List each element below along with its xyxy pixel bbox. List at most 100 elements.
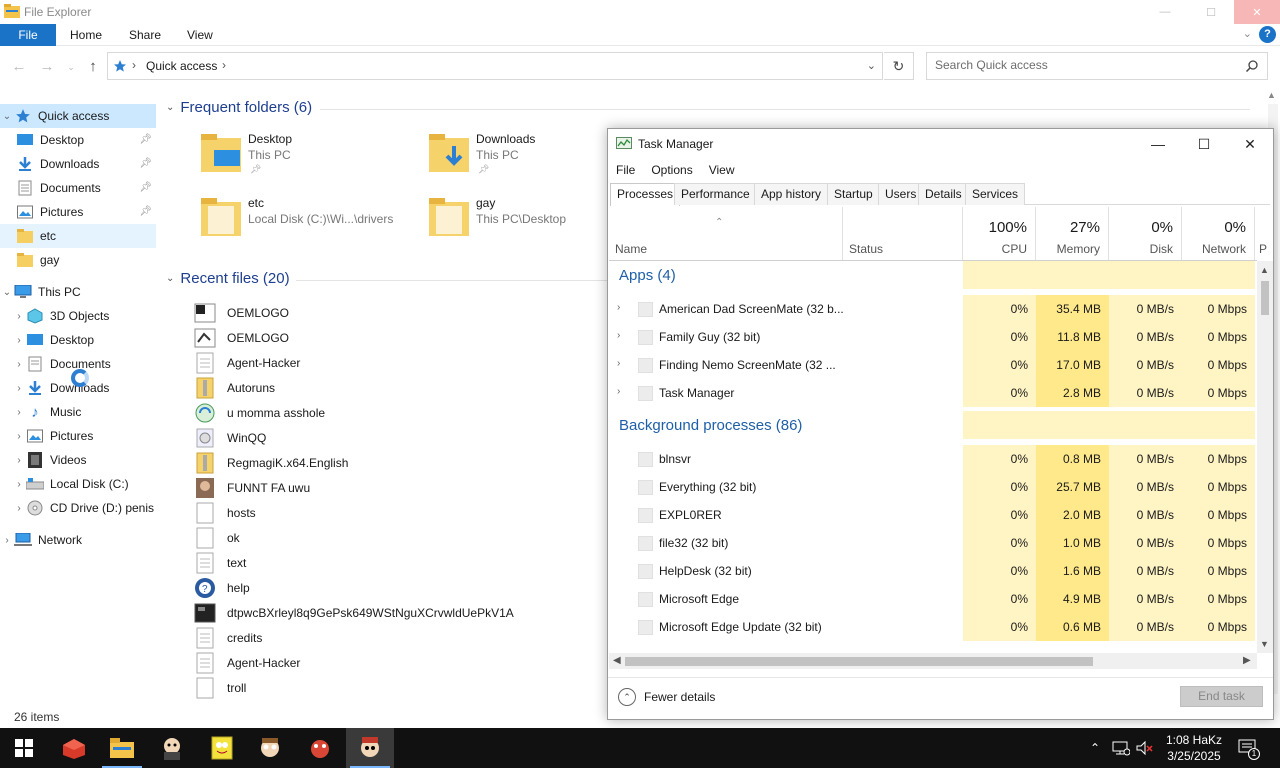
process-vertical-scrollbar[interactable]: ▲ ▼	[1257, 261, 1273, 653]
column-header-power[interactable]: P	[1255, 207, 1273, 260]
tab-app-history[interactable]: App history	[754, 183, 829, 205]
menu-file[interactable]: File	[608, 159, 643, 181]
process-row[interactable]: EXPL0RER 0% 2.0 MB 0 MB/s 0 Mbps	[609, 501, 1257, 529]
nav-quick-access[interactable]: ⌄ Quick access	[0, 104, 156, 128]
close-button[interactable]: ✕	[1234, 0, 1280, 24]
recent-file-item[interactable]: ? help	[193, 576, 250, 600]
recent-file-item[interactable]: credits	[193, 626, 262, 650]
frequent-folders-header[interactable]: ⌄ Frequent folders (6)	[166, 99, 312, 116]
column-header-network[interactable]: 0% Network	[1182, 207, 1255, 260]
column-header-cpu[interactable]: 100% CPU	[963, 207, 1036, 260]
recent-file-item[interactable]: text	[193, 551, 246, 575]
column-header-memory[interactable]: 27% Memory	[1036, 207, 1109, 260]
collapse-chevron-icon[interactable]: ⌄	[0, 111, 14, 122]
taskbar-app-red-box[interactable]	[50, 728, 98, 768]
nav-recent-etc[interactable]: etc	[0, 224, 156, 248]
tm-minimize-button[interactable]: —	[1135, 129, 1181, 159]
taskbar-app-task-manager[interactable]	[346, 728, 394, 768]
start-button[interactable]	[0, 728, 48, 768]
minimize-button[interactable]: —	[1142, 0, 1188, 24]
process-row[interactable]: › Family Guy (32 bit) 0% 11.8 MB 0 MB/s 0 Mbp…	[609, 323, 1257, 351]
end-task-button[interactable]: End task	[1180, 686, 1263, 707]
ribbon-tab-home[interactable]: Home	[70, 24, 102, 46]
recent-file-item[interactable]: u momma asshole	[193, 401, 325, 425]
process-row[interactable]: Microsoft Edge Update (32 bit) 0% 0.6 MB 0 …	[609, 613, 1257, 641]
nav-pinned-desktop[interactable]: Desktop 📌︎	[0, 128, 156, 152]
column-header-status[interactable]: Status	[843, 207, 963, 260]
refresh-button[interactable]: ↻	[884, 52, 914, 80]
back-arrow-icon[interactable]: ←	[10, 58, 28, 76]
nav-3d-objects[interactable]: › 3D Objects	[0, 304, 156, 328]
scrollbar-thumb[interactable]	[1261, 281, 1269, 315]
recent-file-item[interactable]: Agent-Hacker	[193, 351, 300, 375]
network-tray-button[interactable]	[1112, 728, 1130, 768]
expand-chevron-icon[interactable]: ›	[617, 330, 620, 341]
search-box[interactable]	[926, 52, 1268, 80]
recent-file-item[interactable]: RegmagiK.x64.English	[193, 451, 348, 475]
process-row[interactable]: › Finding Nemo ScreenMate (32 ... 0% 17.0 M…	[609, 351, 1257, 379]
expand-chevron-icon[interactable]: ›	[12, 479, 26, 490]
recent-file-item[interactable]: WinQQ	[193, 426, 266, 450]
menu-view[interactable]: View	[701, 159, 743, 181]
expand-chevron-icon[interactable]: ›	[0, 535, 14, 546]
up-arrow-icon[interactable]: ↑	[84, 58, 102, 76]
scroll-up-arrow-icon[interactable]: ▲	[1260, 265, 1269, 275]
taskbar-app-cartoon-1[interactable]	[148, 728, 196, 768]
process-row[interactable]: › American Dad ScreenMate (32 b... 0% 35.4 …	[609, 295, 1257, 323]
ribbon-tab-file[interactable]: File	[0, 24, 56, 46]
expand-chevron-icon[interactable]: ›	[12, 311, 26, 322]
nav-cd-drive[interactable]: › CD Drive (D:) penis	[0, 496, 156, 520]
tab-startup[interactable]: Startup	[827, 183, 880, 205]
expand-chevron-icon[interactable]: ›	[12, 455, 26, 466]
nav-pictures[interactable]: › Pictures	[0, 424, 156, 448]
action-center-button[interactable]: 1	[1238, 728, 1260, 768]
nav-pinned-downloads[interactable]: Downloads 📌︎	[0, 152, 156, 176]
tab-details[interactable]: Details	[918, 183, 969, 205]
recent-file-item[interactable]: FUNNT FA uwu	[193, 476, 310, 500]
maximize-button[interactable]: ☐	[1188, 0, 1234, 24]
search-input[interactable]	[935, 58, 1235, 72]
scroll-left-arrow-icon[interactable]: ◀	[613, 655, 621, 666]
recent-file-item[interactable]: Autoruns	[193, 376, 275, 400]
menu-options[interactable]: Options	[643, 159, 700, 181]
ribbon-tab-share[interactable]: Share	[129, 24, 161, 46]
collapse-chevron-icon[interactable]: ⌄	[0, 287, 14, 298]
tab-processes[interactable]: Processes	[610, 183, 681, 206]
process-row[interactable]: file32 (32 bit) 0% 1.0 MB 0 MB/s 0 Mbps	[609, 529, 1257, 557]
process-row[interactable]: HelpDesk (32 bit) 0% 1.6 MB 0 MB/s 0 Mbps	[609, 557, 1257, 585]
expand-chevron-icon[interactable]: ›	[12, 503, 26, 514]
address-bar[interactable]: › Quick access › ⌄	[107, 52, 883, 80]
recent-file-item[interactable]: ok	[193, 526, 240, 550]
recent-file-item[interactable]: OEMLOGO	[193, 301, 289, 325]
recent-file-item[interactable]: troll	[193, 676, 246, 700]
help-icon[interactable]: ?	[1259, 26, 1276, 43]
scroll-up-arrow-icon[interactable]: ▲	[1267, 90, 1276, 100]
expand-chevron-icon[interactable]: ›	[617, 302, 620, 313]
expand-chevron-icon[interactable]: ›	[12, 383, 26, 394]
volume-tray-button[interactable]	[1136, 728, 1154, 768]
process-row[interactable]: › Task Manager 0% 2.8 MB 0 MB/s 0 Mbps	[609, 379, 1257, 407]
breadcrumb-chevron-icon[interactable]: ›	[222, 58, 226, 72]
process-row[interactable]: Everything (32 bit) 0% 25.7 MB 0 MB/s 0 Mbps	[609, 473, 1257, 501]
task-manager-titlebar[interactable]: Task Manager — ☐ ✕	[608, 129, 1273, 159]
taskbar-app-cartoon-2[interactable]	[246, 728, 294, 768]
expand-chevron-icon[interactable]: ›	[12, 431, 26, 442]
taskbar-app-file-explorer[interactable]	[98, 728, 146, 768]
column-header-name[interactable]: Name	[609, 207, 843, 260]
expand-chevron-icon[interactable]: ›	[12, 407, 26, 418]
address-dropdown-icon[interactable]: ⌄	[867, 59, 876, 72]
tab-users[interactable]: Users	[878, 183, 924, 205]
nav-pinned-documents[interactable]: Documents 📌︎	[0, 176, 156, 200]
expand-chevron-icon[interactable]: ›	[617, 358, 620, 369]
nav-this-pc[interactable]: ⌄ This PC	[0, 280, 156, 304]
taskbar-app-spongebob[interactable]	[198, 728, 246, 768]
nav-network[interactable]: › Network	[0, 528, 156, 552]
scrollbar-thumb[interactable]	[625, 657, 1093, 666]
recent-file-item[interactable]: hosts	[193, 501, 256, 525]
recent-files-header[interactable]: ⌄ Recent files (20)	[166, 270, 290, 287]
fewer-details-button[interactable]: ⌃ Fewer details	[618, 688, 715, 706]
nav-music[interactable]: › ♪ Music	[0, 400, 156, 424]
breadcrumb-quick-access[interactable]: Quick access	[146, 59, 217, 73]
forward-arrow-icon[interactable]: →	[38, 58, 56, 76]
expand-chevron-icon[interactable]: ›	[617, 386, 620, 397]
